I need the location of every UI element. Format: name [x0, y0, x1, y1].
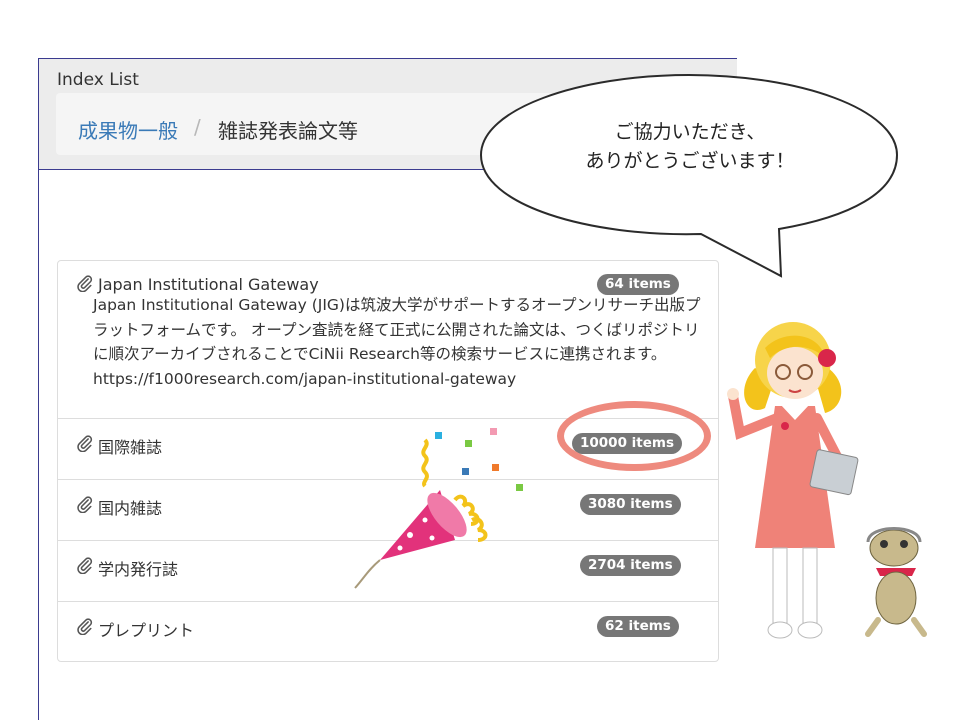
- item-count-badge: 62 items: [597, 616, 679, 637]
- index-title[interactable]: プレプリント: [98, 617, 194, 641]
- paperclip-icon: [77, 618, 93, 635]
- paperclip-icon: [77, 435, 93, 452]
- index-title[interactable]: 国内雑誌: [98, 495, 162, 519]
- item-count-badge: 2704 items: [580, 555, 681, 576]
- index-title[interactable]: 学内発行誌: [98, 556, 178, 580]
- breadcrumb-link-parent[interactable]: 成果物一般: [78, 115, 178, 144]
- index-row-jig[interactable]: Japan Institutional Gateway 64 items Jap…: [58, 261, 718, 418]
- speech-line-1: ご協力いただき、: [614, 121, 766, 143]
- paperclip-icon: [77, 275, 93, 292]
- party-popper-icon: [354, 428, 523, 589]
- paperclip-icon: [77, 557, 93, 574]
- speech-bubble-text: ご協力いただき、 ありがとうございます！: [540, 118, 840, 176]
- breadcrumb-separator: /: [194, 115, 201, 139]
- index-row-preprint[interactable]: プレプリント 62 items: [58, 601, 718, 662]
- index-title[interactable]: Japan Institutional Gateway: [98, 275, 319, 294]
- mascot-girl: [727, 322, 859, 639]
- item-count-badge: 3080 items: [580, 494, 681, 515]
- highlight-ring: [557, 401, 711, 471]
- panel-title: Index List: [57, 70, 139, 90]
- breadcrumb-current: 雑誌発表論文等: [218, 119, 358, 143]
- speech-line-2: ありがとうございます！: [585, 150, 795, 172]
- paperclip-icon: [77, 496, 93, 513]
- index-description: Japan Institutional Gateway (JIG)は筑波大学がサ…: [93, 296, 701, 388]
- speech-bubble: [479, 73, 899, 278]
- mascot-frog: [865, 527, 927, 637]
- index-title[interactable]: 国際雑誌: [98, 434, 162, 458]
